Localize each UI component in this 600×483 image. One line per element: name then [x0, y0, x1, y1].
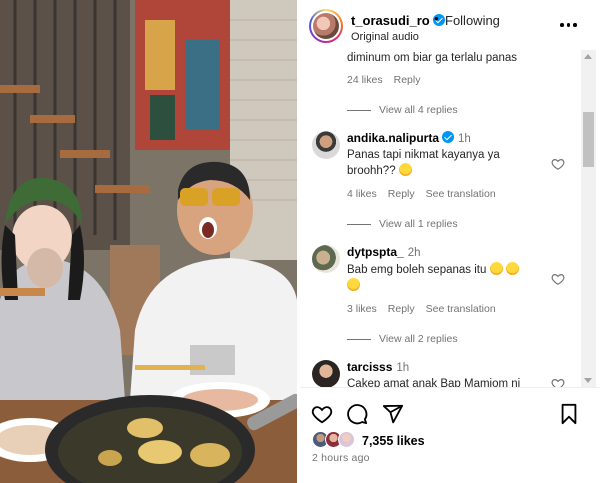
like-comment-heart-icon[interactable] [551, 272, 565, 286]
rolling-laughing-emoji [347, 278, 360, 291]
comment-time[interactable]: 1h [458, 133, 471, 145]
rolling-laughing-emoji [505, 262, 519, 275]
comment-header: andika.nalipurta 1h [347, 131, 471, 147]
comment-meta: 24 likes Reply [347, 74, 431, 86]
view-replies-label[interactable]: View all 1 replies [379, 218, 458, 230]
author-username-text[interactable]: t_orasudi_ro [351, 13, 430, 28]
post-footer: 7,355 likes 2 hours ago [300, 387, 600, 483]
comment-meta: 3 likes Reply See translation [347, 303, 507, 315]
commenter-avatar[interactable] [312, 131, 340, 159]
comment-header: dytpspta_ 2h [347, 245, 420, 261]
post-detail-panel: t_orasudi_ro • Following Original audio … [300, 0, 600, 483]
comments-list[interactable]: diminum om biar ga terlalu panas 24 like… [300, 50, 578, 387]
comment-header: tarcisss 1h [347, 360, 409, 376]
comment-text: Bab emg boleh sepanas itu [347, 264, 487, 276]
view-replies-button[interactable]: View all 4 replies [347, 104, 458, 116]
commenter-avatar[interactable] [312, 360, 340, 387]
comment-meta: 4 likes Reply See translation [347, 188, 507, 200]
comment-text: Cakep amat anak Bap Mamiom ni [347, 378, 521, 387]
scrollbar-thumb[interactable] [583, 112, 594, 167]
author-avatar[interactable] [309, 9, 343, 43]
comment-likes[interactable]: 3 likes [347, 303, 377, 315]
original-audio-link[interactable]: Original audio [351, 31, 419, 43]
commenter-username[interactable]: andika.nalipurta [347, 131, 439, 145]
view-replies-button[interactable]: View all 1 replies [347, 218, 458, 230]
post-time-ago[interactable]: 2 hours ago [312, 452, 370, 464]
more-horizontal-icon[interactable] [558, 14, 578, 34]
commenter-avatar[interactable] [312, 245, 340, 273]
comment-body: Panas tapi nikmat kayanya ya broohh?? [347, 148, 537, 179]
reply-button[interactable]: Reply [388, 303, 415, 315]
replies-divider-line [347, 338, 371, 340]
comment-likes[interactable]: 4 likes [347, 188, 377, 200]
scroll-down-arrow-icon[interactable] [584, 378, 592, 383]
comment-time[interactable]: 1h [396, 362, 409, 374]
commenter-username[interactable]: tarcisss [347, 360, 392, 374]
comments-scrollbar[interactable] [581, 50, 596, 387]
view-replies-button[interactable]: View all 2 replies [347, 333, 458, 345]
comment-body: Bab emg boleh sepanas itu [347, 262, 537, 294]
see-translation-button[interactable]: See translation [426, 188, 496, 200]
verified-badge-icon [442, 131, 455, 143]
comment-likes[interactable]: 24 likes [347, 74, 383, 86]
following-button[interactable]: Following [445, 13, 500, 28]
liker-avatar [338, 431, 355, 448]
comment-bubble-icon[interactable] [346, 403, 368, 425]
view-replies-label[interactable]: View all 2 replies [379, 333, 458, 345]
replies-divider-line [347, 109, 371, 111]
reply-button[interactable]: Reply [394, 74, 421, 86]
grinning-sweat-emoji [398, 163, 412, 176]
scroll-up-arrow-icon[interactable] [584, 54, 592, 59]
post-media[interactable] [0, 0, 297, 483]
post-video-frame [0, 0, 297, 483]
like-comment-heart-icon[interactable] [551, 377, 565, 387]
like-comment-heart-icon[interactable] [551, 157, 565, 171]
reply-button[interactable]: Reply [388, 188, 415, 200]
likes-count[interactable]: 7,355 likes [362, 434, 425, 448]
comment-time[interactable]: 2h [408, 247, 421, 259]
view-replies-label[interactable]: View all 4 replies [379, 104, 458, 116]
commenter-username[interactable]: dytpspta_ [347, 245, 404, 259]
comment-text: Panas tapi nikmat kayanya ya broohh?? [347, 149, 500, 177]
like-heart-icon[interactable] [311, 403, 333, 425]
share-send-icon[interactable] [382, 403, 404, 425]
header-separator: • [434, 11, 439, 26]
see-translation-button[interactable]: See translation [426, 303, 496, 315]
comment-text: diminum om biar ga terlalu panas [347, 52, 518, 64]
author-username[interactable]: t_orasudi_ro [351, 13, 445, 28]
replies-divider-line [347, 223, 371, 225]
author-avatar-image [313, 13, 339, 39]
save-bookmark-icon[interactable] [559, 403, 579, 425]
post-header: t_orasudi_ro • Following Original audio [300, 0, 600, 50]
loudly-crying-emoji [489, 262, 503, 275]
